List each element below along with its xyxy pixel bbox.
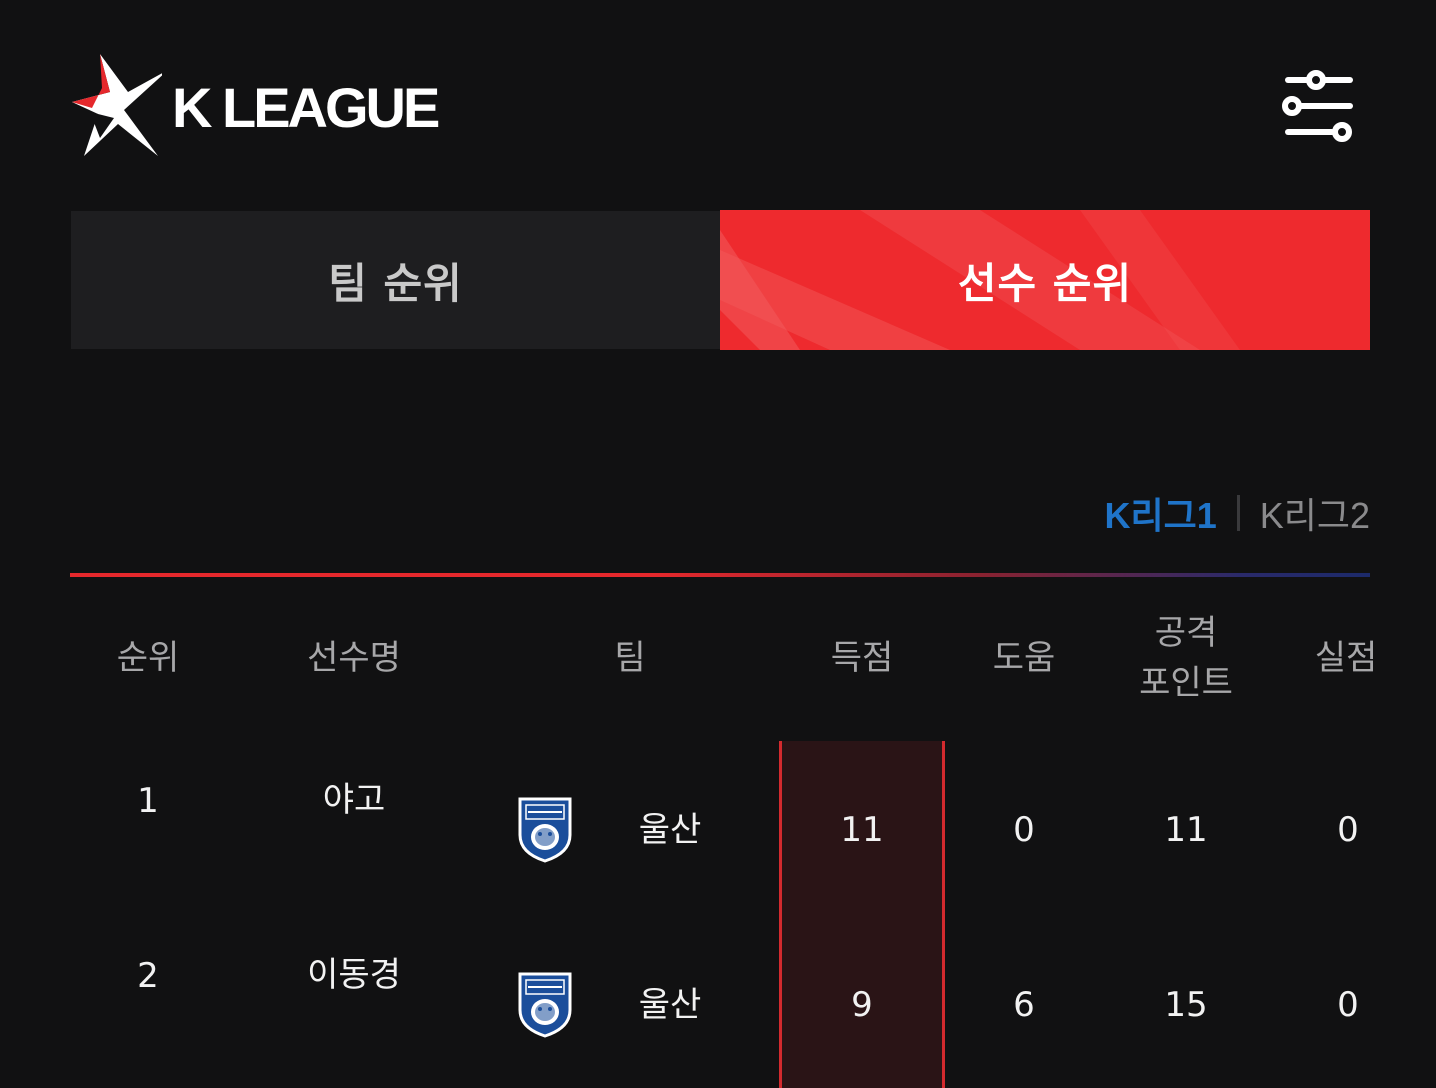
filter-button[interactable] bbox=[1282, 70, 1356, 144]
k-league-logo[interactable]: K LEAGUE bbox=[70, 50, 470, 160]
row2-attack-points: 15 bbox=[1164, 985, 1208, 1025]
header-rank[interactable]: 순위 bbox=[117, 633, 180, 683]
goals-column-highlight bbox=[779, 741, 945, 1088]
sliders-icon bbox=[1282, 70, 1353, 142]
row1-attack-points: 11 bbox=[1164, 810, 1208, 850]
row2-team[interactable]: 울산 bbox=[639, 985, 702, 1025]
header-attack-points-line2[interactable]: 포인트 bbox=[1139, 658, 1233, 708]
row2-player[interactable]: 이동경 bbox=[307, 955, 401, 995]
header-assists[interactable]: 도움 bbox=[993, 633, 1056, 683]
header-goals[interactable]: 득점 bbox=[831, 633, 894, 683]
league-k1-option[interactable]: K리그1 bbox=[1104, 487, 1216, 539]
row2-rank: 2 bbox=[137, 956, 159, 996]
row1-assists: 0 bbox=[1013, 810, 1035, 850]
ulsan-hd-crest-icon bbox=[518, 972, 572, 1038]
tab-team-ranking[interactable]: 팀 순위 bbox=[71, 211, 720, 349]
league-separator bbox=[1236, 495, 1240, 531]
logo-wordmark: K LEAGUE bbox=[172, 76, 440, 139]
section-divider bbox=[70, 573, 1370, 577]
row1-conceded: 0 bbox=[1337, 810, 1359, 850]
tab-player-ranking-label: 선수 순위 bbox=[957, 258, 1133, 308]
league-k2-option[interactable]: K리그2 bbox=[1260, 487, 1370, 539]
ulsan-hd-crest-icon bbox=[518, 797, 572, 863]
ranking-tabs: 팀 순위 선수 순위 bbox=[71, 210, 1370, 350]
tab-player-ranking[interactable]: 선수 순위 bbox=[720, 210, 1370, 350]
header-player[interactable]: 선수명 bbox=[307, 633, 401, 683]
league-toggle: K리그1 K리그2 bbox=[1104, 490, 1370, 536]
header-team[interactable]: 팀 bbox=[614, 633, 645, 683]
row1-goals: 11 bbox=[840, 810, 884, 850]
row1-rank: 1 bbox=[137, 781, 159, 821]
row2-goals: 9 bbox=[851, 985, 873, 1025]
tab-team-ranking-label: 팀 순위 bbox=[328, 258, 463, 308]
row2-conceded: 0 bbox=[1337, 985, 1359, 1025]
header-attack-points-line1[interactable]: 공격 bbox=[1155, 608, 1218, 658]
row1-team[interactable]: 울산 bbox=[639, 810, 702, 850]
header-conceded[interactable]: 실점 bbox=[1315, 633, 1378, 683]
rankings-page: K LEAGUE 팀 순위 선수 순위 K리그1 K리그2 순위 선수명 팀 득… bbox=[0, 0, 1436, 1088]
row1-player[interactable]: 야고 bbox=[323, 780, 386, 820]
player-ranking-table: 순위 선수명 팀 득점 도움 공격 포인트 실점 1 야고 울산 11 0 11… bbox=[0, 600, 1436, 1088]
row2-assists: 6 bbox=[1013, 985, 1035, 1025]
k-league-star-icon bbox=[72, 54, 162, 156]
